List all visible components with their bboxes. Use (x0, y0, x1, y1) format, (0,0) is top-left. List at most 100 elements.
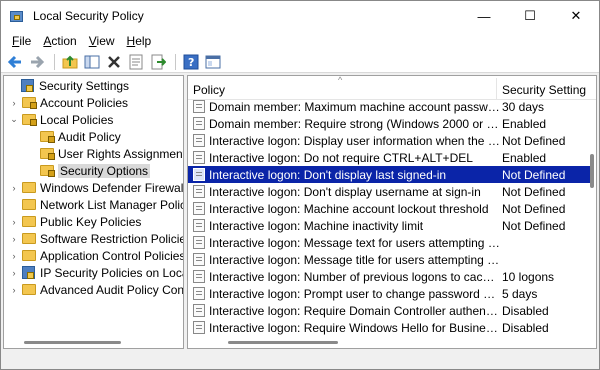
table-row[interactable]: Interactive logon: Do not require CTRL+A… (188, 149, 590, 166)
tree-item-user-rights-assignment[interactable]: User Rights Assignment (27, 145, 184, 162)
policy-name: Domain member: Maximum machine account p… (209, 99, 500, 114)
table-row[interactable]: Interactive logon: Machine inactivity li… (188, 217, 590, 234)
folder-icon (22, 284, 36, 295)
policy-name: Interactive logon: Don't display usernam… (209, 184, 481, 199)
table-row[interactable]: Interactive logon: Message text for user… (188, 234, 590, 251)
folder-lock-icon (40, 148, 55, 160)
tree-item-security-settings[interactable]: Security Settings (7, 77, 129, 94)
table-row[interactable]: Interactive logon: Don't display usernam… (188, 183, 590, 200)
svg-text:?: ? (188, 56, 194, 69)
tree-item-label: Windows Defender Firewall wit (40, 180, 184, 195)
policy-setting: Not Defined (502, 167, 566, 182)
menu-help[interactable]: Help (121, 34, 158, 48)
column-separator[interactable] (496, 78, 497, 100)
chevron-down-icon[interactable]: ⌄ (9, 114, 19, 125)
tree-item-ip-security[interactable]: › IP Security Policies on Local Co (9, 264, 184, 281)
chevron-right-icon[interactable]: › (9, 217, 19, 227)
policy-setting: Disabled (502, 303, 549, 318)
help-button[interactable]: ? (181, 52, 201, 72)
tree-item-software-restriction[interactable]: › Software Restriction Policies (9, 230, 184, 247)
column-header-policy[interactable]: Policy (193, 83, 225, 97)
window-title: Local Security Policy (33, 9, 144, 23)
console-icon (205, 55, 221, 68)
maximize-button[interactable]: ☐ (507, 1, 553, 31)
properties-button[interactable] (126, 52, 146, 72)
chevron-right-icon[interactable]: › (9, 98, 19, 108)
chevron-right-icon[interactable]: › (9, 251, 19, 261)
table-row[interactable]: Interactive logon: Machine account locko… (188, 200, 590, 217)
tree-item-local-policies[interactable]: ⌄ Local Policies (9, 111, 113, 128)
forward-button[interactable] (27, 52, 47, 72)
policy-name: Interactive logon: Number of previous lo… (209, 269, 500, 284)
policy-setting: Disabled (502, 320, 549, 335)
table-row-selected[interactable]: Interactive logon: Don't display last si… (188, 166, 590, 183)
table-row[interactable]: Domain member: Maximum machine account p… (188, 98, 590, 115)
delete-button[interactable] (104, 52, 124, 72)
tree-item-advanced-audit[interactable]: › Advanced Audit Policy Configu (9, 281, 184, 298)
back-button[interactable] (5, 52, 25, 72)
chevron-right-icon[interactable]: › (9, 285, 19, 295)
tree-item-label: Network List Manager Policies (40, 197, 183, 212)
security-policy-app-icon (9, 8, 25, 24)
horizontal-scrollbar[interactable] (24, 341, 121, 344)
policy-name: Interactive logon: Display user informat… (209, 133, 500, 148)
chevron-right-icon[interactable]: › (9, 183, 19, 193)
tree-item-label: Advanced Audit Policy Configu (40, 282, 184, 297)
tree-item-audit-policy[interactable]: Audit Policy (27, 128, 121, 145)
tree-item-label: User Rights Assignment (58, 146, 184, 161)
console-button[interactable] (203, 52, 223, 72)
policy-setting: Not Defined (502, 133, 566, 148)
minimize-button[interactable]: — (461, 1, 507, 31)
folder-lock-icon (22, 114, 37, 126)
tree-item-security-options[interactable]: Security Options (27, 162, 151, 179)
chevron-right-icon[interactable]: › (9, 268, 19, 278)
show-hide-tree-button[interactable] (82, 52, 102, 72)
policy-name: Interactive logon: Machine inactivity li… (209, 218, 424, 233)
policy-icon (193, 168, 205, 181)
help-icon: ? (183, 54, 199, 69)
tree-item-defender-firewall[interactable]: › Windows Defender Firewall wit (9, 179, 184, 196)
table-row[interactable]: Interactive logon: Message title for use… (188, 251, 590, 268)
tree-item-label: Application Control Policies (40, 248, 184, 263)
tree-item-public-key-policies[interactable]: › Public Key Policies (9, 213, 142, 230)
toolbar-separator (54, 53, 55, 70)
tree-item-label: Audit Policy (58, 129, 121, 144)
table-row[interactable]: Interactive logon: Prompt user to change… (188, 285, 590, 302)
table-row[interactable]: Interactive logon: Require Domain Contro… (188, 302, 590, 319)
window-controls: — ☐ ✕ (461, 1, 599, 31)
up-one-level-button[interactable] (60, 52, 80, 72)
policy-setting: Enabled (502, 150, 547, 165)
tree-item-label: Security Settings (39, 78, 130, 93)
toolbar: ? (1, 51, 599, 73)
tree-item-application-control[interactable]: › Application Control Policies (9, 247, 184, 264)
menu-action[interactable]: Action (37, 34, 82, 48)
menu-view[interactable]: View (83, 34, 121, 48)
table-row[interactable]: Interactive logon: Display user informat… (188, 132, 590, 149)
horizontal-scrollbar[interactable] (228, 341, 338, 344)
policy-icon (193, 287, 205, 300)
vertical-scrollbar[interactable] (588, 100, 596, 348)
title-bar: Local Security Policy — ☐ ✕ (1, 1, 599, 31)
show-hide-tree-icon (84, 55, 100, 68)
scrollbar-thumb[interactable] (590, 154, 594, 188)
export-list-button[interactable] (148, 52, 168, 72)
tree-item-label: Security Options (58, 163, 151, 178)
navigation-tree: Security Settings › Account Policies ⌄ L… (3, 75, 184, 349)
properties-icon (129, 54, 143, 69)
tree-item-label: Public Key Policies (40, 214, 142, 229)
table-row[interactable]: Domain member: Require strong (Windows 2… (188, 115, 590, 132)
up-folder-icon (62, 55, 78, 68)
policy-icon (193, 219, 205, 232)
tree-item-account-policies[interactable]: › Account Policies (9, 94, 129, 111)
policy-icon (193, 202, 205, 215)
tree-item-network-list-manager[interactable]: Network List Manager Policies (9, 196, 183, 213)
close-button[interactable]: ✕ (553, 1, 599, 31)
column-header-security-setting[interactable]: Security Setting (502, 83, 586, 97)
policy-icon (193, 236, 205, 249)
menu-bar: File Action View Help (1, 31, 599, 51)
chevron-right-icon[interactable]: › (9, 234, 19, 244)
policy-icon (193, 304, 205, 317)
table-row[interactable]: Interactive logon: Require Windows Hello… (188, 319, 590, 336)
menu-file[interactable]: File (6, 34, 37, 48)
table-row[interactable]: Interactive logon: Number of previous lo… (188, 268, 590, 285)
